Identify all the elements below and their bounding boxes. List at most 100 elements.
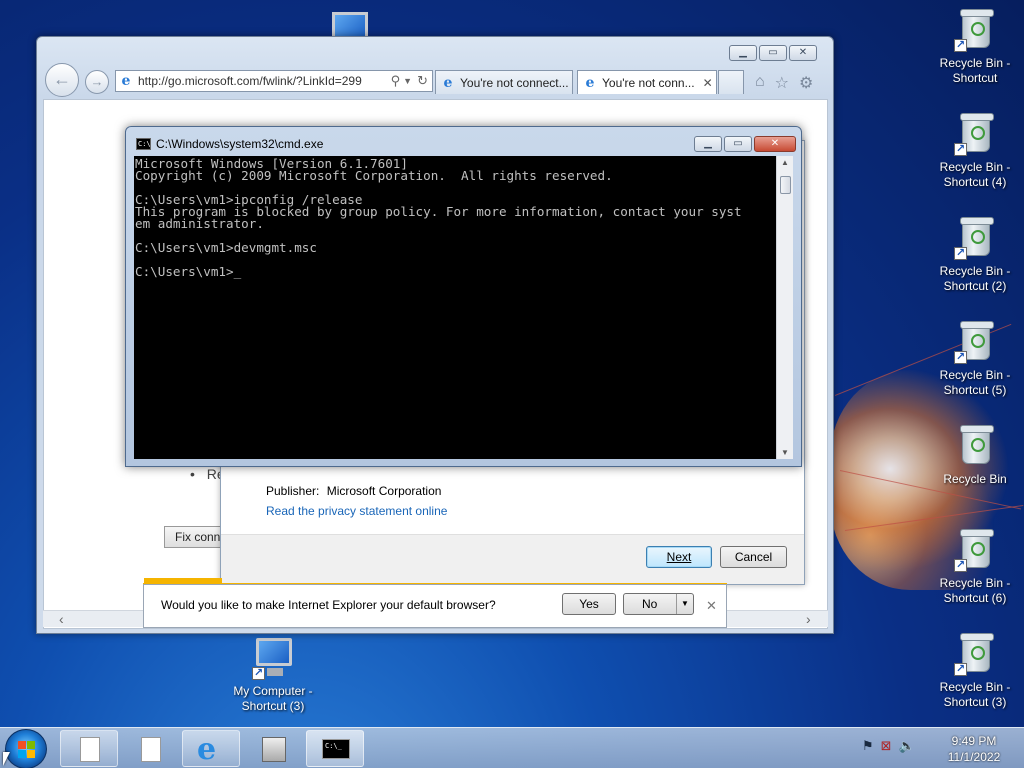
desktop-icon-label: Recycle Bin - Shortcut (939, 56, 1011, 85)
cmd-window-title: C:\Windows\system32\cmd.exe (156, 137, 324, 151)
internet-explorer-icon: e (197, 732, 217, 767)
no-dropdown-icon[interactable]: ▼ (676, 594, 693, 614)
recycle-bin-icon: ↗ (954, 216, 996, 260)
close-notification-icon[interactable]: ✕ (706, 598, 717, 614)
desktop-icon-my-computer[interactable]: ↗ My Computer - Shortcut (3) (228, 636, 318, 714)
tab-label: You're not conn... (602, 75, 695, 90)
close-button[interactable]: ✕ (789, 45, 817, 61)
clock[interactable]: 9:49 PM 11/1/2022 (936, 733, 1012, 765)
ie-window-controls: ▁ ▭ ✕ (729, 45, 817, 61)
no-button[interactable]: No ▼ (623, 593, 694, 615)
taskbar-item-internet-explorer[interactable]: e (182, 730, 240, 767)
shortcut-arrow-icon: ↗ (252, 667, 265, 680)
forward-button[interactable]: → (85, 70, 109, 94)
ie-page-icon: e (121, 73, 131, 89)
scroll-up-icon[interactable]: ▲ (781, 158, 789, 167)
shortcut-arrow-icon: ↗ (954, 143, 967, 156)
taskbar-item-document-1[interactable] (60, 730, 118, 767)
minimize-button[interactable]: ▁ (694, 136, 722, 152)
refresh-icon[interactable]: ↻ (417, 73, 428, 89)
next-label: Next (666, 550, 692, 564)
address-bar[interactable]: e http://go.microsoft.com/fwlink/?LinkId… (115, 70, 433, 92)
cmd-window[interactable]: C:\ C:\Windows\system32\cmd.exe ▁ ▭ ✕ Mi… (125, 126, 802, 467)
shortcut-arrow-icon: ↗ (954, 247, 967, 260)
back-button[interactable]: ← (45, 63, 79, 97)
desktop-icon-recycle-bin[interactable]: ↗ Recycle Bin - Shortcut (6) (930, 528, 1020, 606)
desktop-icon-label: My Computer - Shortcut (3) (233, 684, 313, 713)
recycle-bin-icon: ↗ (954, 528, 996, 572)
vertical-scrollbar[interactable]: ▲ ▼ (776, 156, 793, 459)
shortcut-arrow-icon: ↗ (954, 663, 967, 676)
ie-toolbar-icons: ⌂ ☆ ⚙ (755, 73, 813, 93)
mouse-cursor-icon (3, 752, 10, 766)
windows-logo-icon (18, 741, 36, 759)
network-icon[interactable]: ⊠ (881, 738, 892, 754)
minimize-button[interactable]: ▁ (729, 45, 757, 61)
clock-time: 9:49 PM (951, 734, 997, 748)
scroll-down-icon[interactable]: ▼ (781, 448, 789, 457)
taskbar-item-document-2[interactable] (121, 730, 179, 767)
action-center-flag-icon[interactable]: ⚑ (862, 738, 874, 754)
dropdown-icon[interactable]: ▼ (403, 76, 412, 86)
tab-not-connected-1[interactable]: e You're not connect... (435, 70, 573, 94)
taskbar-item-control-panel[interactable] (244, 730, 302, 767)
desktop-icon-label: Recycle Bin - Shortcut (4) (939, 160, 1011, 189)
shortcut-arrow-icon: ↗ (954, 39, 967, 52)
desktop-icon-recycle-bin[interactable]: ↗ Recycle Bin - Shortcut (5) (930, 320, 1020, 398)
maximize-button[interactable]: ▭ (724, 136, 752, 152)
fix-connection-label: Fix conn (175, 530, 221, 544)
publisher-value: Microsoft Corporation (326, 484, 442, 498)
desktop-icon-label: Recycle Bin - Shortcut (2) (939, 264, 1011, 293)
gear-icon[interactable]: ⚙ (799, 73, 813, 93)
scroll-left-icon[interactable]: ‹ (59, 611, 64, 627)
publisher-label: Publisher: (266, 484, 320, 498)
close-tab-icon[interactable]: ✕ (703, 76, 713, 90)
shortcut-arrow-icon: ↗ (954, 351, 967, 364)
system-tray: ⚑ ⊠ 🔈 (862, 738, 915, 754)
privacy-link[interactable]: Read the privacy statement online (266, 504, 447, 518)
notification-text: Would you like to make Internet Explorer… (161, 598, 496, 612)
recycle-bin-icon: ↗ (954, 8, 996, 52)
desktop-icon-partial[interactable] (328, 10, 372, 38)
desktop-icon-recycle-bin[interactable]: ↗ Recycle Bin - Shortcut (3) (930, 632, 1020, 710)
yes-button[interactable]: Yes (562, 593, 616, 615)
cancel-label: Cancel (734, 550, 773, 564)
default-browser-notification: Would you like to make Internet Explorer… (143, 578, 727, 628)
volume-icon[interactable]: 🔈 (899, 738, 915, 754)
cmd-icon: C:\ (136, 138, 151, 150)
desktop-icon-recycle-bin[interactable]: ↗ Recycle Bin - Shortcut (4) (930, 112, 1020, 190)
address-text[interactable]: http://go.microsoft.com/fwlink/?LinkId=2… (138, 74, 391, 88)
start-button[interactable] (5, 729, 47, 768)
next-button[interactable]: Next (646, 546, 712, 568)
console-line: em administrator. (135, 216, 264, 231)
home-icon[interactable]: ⌂ (755, 73, 765, 93)
recycle-bin-icon: ↗ (954, 632, 996, 676)
desktop-icon-recycle-bin[interactable]: ↗ Recycle Bin - Shortcut (2) (930, 216, 1020, 294)
control-panel-icon (262, 737, 286, 762)
recycle-bin-icon: ↗ (954, 320, 996, 364)
tab-label: You're not connect... (460, 75, 569, 90)
cancel-button[interactable]: Cancel (720, 546, 787, 568)
scroll-thumb[interactable] (780, 176, 791, 194)
favorites-star-icon[interactable]: ☆ (775, 73, 789, 93)
desktop-icon-recycle-bin[interactable]: Recycle Bin (930, 424, 1020, 487)
tab-not-connected-2[interactable]: e You're not conn... ✕ (577, 70, 717, 94)
clock-date: 11/1/2022 (947, 750, 1001, 764)
console-output[interactable]: Microsoft Windows [Version 6.1.7601] Copy… (134, 156, 776, 459)
cmd-window-controls: ▁ ▭ ✕ (694, 136, 796, 152)
desktop-icon-label: Recycle Bin (943, 472, 1007, 486)
no-label: No (642, 597, 658, 611)
desktop-icon-recycle-bin[interactable]: ↗ Recycle Bin - Shortcut (930, 8, 1020, 86)
close-button[interactable]: ✕ (754, 136, 796, 152)
search-icon[interactable]: ⚲ (391, 73, 401, 89)
scroll-right-icon[interactable]: › (806, 611, 811, 627)
yes-label: Yes (579, 597, 599, 611)
desktop-icon-label: Recycle Bin - Shortcut (3) (939, 680, 1011, 709)
setup-dialog-footer: Next Cancel (221, 534, 804, 584)
document-icon (80, 737, 100, 762)
maximize-button[interactable]: ▭ (759, 45, 787, 61)
taskbar-item-cmd[interactable]: C:\_ (306, 730, 364, 767)
cmd-icon: C:\_ (322, 739, 350, 759)
new-tab-button[interactable] (718, 70, 744, 94)
document-icon (141, 737, 161, 762)
